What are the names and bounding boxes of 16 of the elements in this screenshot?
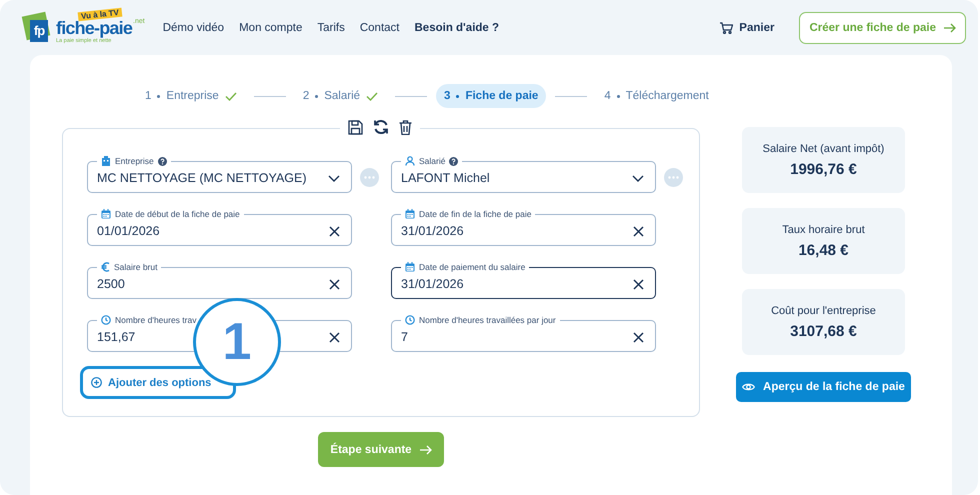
field-label: Salarié <box>419 155 446 167</box>
stat-value: 16,48 € <box>798 242 849 258</box>
tv-badge: Vu à la TV <box>78 7 122 21</box>
field-label: Date de fin de la fiche de paie <box>419 208 532 220</box>
stat-value: 3107,68 € <box>790 322 857 340</box>
field-label: Date de paiement du salaire <box>419 261 526 273</box>
field-label: Nombre d'heures travaillées par jour <box>419 314 556 326</box>
stat-label: Taux horaire brut <box>782 224 865 236</box>
stat-label: Coût pour l'entreprise <box>771 304 876 316</box>
stat-label: Salaire Net (avant impôt) <box>762 142 884 154</box>
field-label: Nombre d'heures trav <box>115 314 196 326</box>
field-label: Salaire brut <box>114 261 158 273</box>
logo-monogram: fp <box>30 20 48 42</box>
field-label: Date de début de la fiche de paie <box>115 208 240 220</box>
field-label: Entreprise <box>115 155 154 167</box>
stat-value: 1996,76 € <box>790 160 857 178</box>
